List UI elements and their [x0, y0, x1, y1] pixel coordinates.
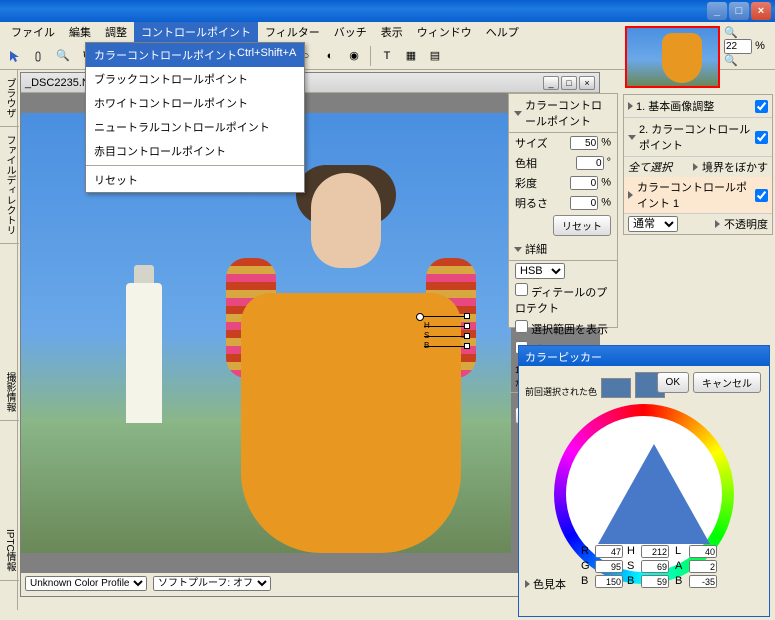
tool-arrow[interactable] — [4, 45, 26, 67]
subject-graphic — [221, 173, 481, 553]
tab-filedir[interactable]: ファイルディレクトリ — [0, 127, 19, 244]
collapse-icon[interactable] — [514, 111, 522, 116]
doc-minimize[interactable]: _ — [543, 76, 559, 90]
tab-shootinfo[interactable]: 撮影情報 — [0, 364, 19, 421]
menu-item-reset[interactable]: リセット — [86, 168, 304, 192]
menu-view[interactable]: 表示 — [374, 22, 410, 42]
expand-icon — [628, 102, 633, 110]
maximize-button[interactable]: □ — [729, 2, 749, 20]
cp-list-item[interactable]: カラーコントロールポイント 1 — [624, 177, 772, 214]
expand-icon — [628, 191, 633, 199]
tool-hand[interactable] — [28, 45, 50, 67]
adj-ccp[interactable]: 2. カラーコントロールポイント — [624, 118, 772, 157]
tab-iptc[interactable]: IPTC情報 — [0, 521, 19, 581]
colorpicker-dialog: カラーピッカー OK キャンセル 前回選択された色 RHL GSA BBB 色見… — [518, 345, 770, 617]
prev-swatch[interactable] — [601, 378, 631, 398]
expand-icon[interactable] — [715, 220, 720, 228]
profile-select[interactable]: Unknown Color Profile — [25, 576, 147, 591]
lighthouse-graphic — [126, 283, 162, 423]
zoom-out-icon[interactable]: 🔍 — [724, 54, 765, 67]
tool-cp-neutral[interactable]: ◐ — [319, 45, 341, 67]
detail-heading: 詳細 — [525, 241, 547, 257]
right-column: 🔍 % 🔍 1. 基本画像調整 2. カラーコントロールポイント 全て選択境界を… — [623, 24, 773, 235]
menu-item-white-cp[interactable]: ホワイトコントロールポイント — [86, 91, 304, 115]
mode-select[interactable]: HSB — [515, 263, 565, 279]
color-triangle[interactable] — [598, 444, 710, 544]
adj-check[interactable] — [755, 100, 768, 113]
menu-item-neutral-cp[interactable]: ニュートラルコントロールポイント — [86, 115, 304, 139]
r-input[interactable] — [595, 545, 623, 558]
adj-check[interactable] — [755, 131, 768, 144]
a-input[interactable] — [689, 560, 717, 573]
menu-item-black-cp[interactable]: ブラックコントロールポイント — [86, 67, 304, 91]
g-input[interactable] — [595, 560, 623, 573]
check-showsel[interactable] — [515, 320, 528, 333]
adj-basic[interactable]: 1. 基本画像調整 — [624, 95, 772, 118]
close-button[interactable]: × — [751, 2, 771, 20]
menu-controlpoint[interactable]: コントロールポイント — [134, 22, 258, 42]
sat-input[interactable] — [570, 176, 598, 190]
menu-batch[interactable]: バッチ — [327, 22, 374, 42]
cp-check[interactable] — [755, 189, 768, 202]
reset-button[interactable]: リセット — [553, 215, 611, 236]
check-protect[interactable] — [515, 283, 528, 296]
menu-help[interactable]: ヘルプ — [479, 22, 526, 42]
ccp-panel: カラーコントロールポイント サイズ % 色相 ° 彩度 % 明るさ % リセット… — [508, 93, 618, 328]
collapse-icon[interactable] — [514, 247, 522, 252]
controlpoint-menu: カラーコントロールポイント Ctrl+Shift+A ブラックコントロールポイン… — [85, 42, 305, 193]
tool-text[interactable]: T — [376, 45, 398, 67]
bright-input[interactable] — [570, 196, 598, 210]
expand-icon[interactable] — [693, 163, 698, 171]
hue-input[interactable] — [576, 156, 604, 170]
blend-select[interactable]: 通常 — [628, 216, 678, 232]
menu-window[interactable]: ウィンドウ — [410, 22, 479, 42]
expand-icon[interactable] — [525, 580, 530, 588]
color-values: RHL GSA BBB — [581, 545, 721, 588]
select-all-link[interactable]: 全て選択 — [628, 159, 672, 175]
prev-color-label: 前回選択された色 — [525, 385, 597, 398]
h-input[interactable] — [641, 545, 669, 558]
menu-item-redeye-cp[interactable]: 赤目コントロールポイント — [86, 139, 304, 163]
control-point-overlay[interactable]: H S B — [416, 313, 424, 321]
l-input[interactable] — [689, 545, 717, 558]
tool-misc1[interactable]: ▦ — [400, 45, 422, 67]
menu-item-label: カラーコントロールポイント — [94, 47, 237, 63]
tool-cp-color[interactable]: ◉ — [343, 45, 365, 67]
statusbar: Unknown Color Profile ソフトプルーフ: オフ — [21, 573, 599, 593]
titlebar: _ □ × — [0, 0, 775, 22]
tool-misc2[interactable]: ▤ — [424, 45, 446, 67]
thumbnail[interactable] — [625, 26, 720, 88]
menu-item-shortcut: Ctrl+Shift+A — [237, 47, 296, 63]
left-sidebar: ブラウザ ファイルディレクトリ 撮影情報 IPTC情報 — [0, 70, 18, 610]
size-input[interactable] — [570, 136, 598, 150]
softproof-select[interactable]: ソフトプルーフ: オフ — [153, 576, 271, 591]
menu-file[interactable]: ファイル — [4, 22, 62, 42]
menu-adjust[interactable]: 調整 — [98, 22, 134, 42]
menu-filter[interactable]: フィルター — [258, 22, 327, 42]
menu-edit[interactable]: 編集 — [62, 22, 98, 42]
doc-maximize[interactable]: □ — [561, 76, 577, 90]
doc-close[interactable]: × — [579, 76, 595, 90]
zoom-in-icon[interactable]: 🔍 — [724, 26, 765, 39]
b-input[interactable] — [595, 575, 623, 588]
bb-input[interactable] — [689, 575, 717, 588]
adjustments-panel: 1. 基本画像調整 2. カラーコントロールポイント 全て選択境界をぼかす カラ… — [623, 94, 773, 235]
panel-title: カラーコントロールポイント — [525, 97, 612, 129]
expand-icon — [628, 135, 636, 140]
s-input[interactable] — [641, 560, 669, 573]
menu-item-color-cp[interactable]: カラーコントロールポイント Ctrl+Shift+A — [86, 43, 304, 67]
zoom-input[interactable] — [724, 39, 752, 54]
cp-ok-button[interactable]: OK — [657, 372, 689, 393]
tool-zoom[interactable]: 🔍 — [52, 45, 74, 67]
b2-input[interactable] — [641, 575, 669, 588]
colorpicker-title: カラーピッカー — [519, 346, 769, 366]
tab-browser[interactable]: ブラウザ — [0, 70, 19, 127]
swatch-link[interactable]: 色見本 — [533, 576, 566, 592]
minimize-button[interactable]: _ — [707, 2, 727, 20]
cp-cancel-button[interactable]: キャンセル — [693, 372, 761, 393]
